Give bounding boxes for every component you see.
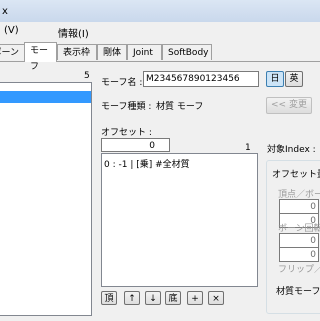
offset-list[interactable]: 0 : -1 | [乗] #全材質 <box>101 153 258 287</box>
morph-list-selected-row[interactable] <box>0 91 91 103</box>
offset-count: 1 <box>245 143 251 153</box>
lang-jp-button[interactable]: 日 <box>266 71 284 87</box>
morph-type-label: モーフ種類 : <box>101 102 152 112</box>
change-button[interactable]: << 変更 <box>266 97 312 114</box>
morph-name-label: モーフ名 : <box>101 78 143 88</box>
delete-button[interactable]: × <box>208 291 224 305</box>
title-bar: x <box>0 0 320 22</box>
offset-field-3[interactable]: 0 <box>279 233 319 248</box>
menu-bar: (V) 情報(I) <box>0 22 320 42</box>
menu-item-view[interactable]: (V) <box>4 25 19 36</box>
tab-bone[interactable]: ボーン <box>0 44 25 60</box>
add-button[interactable]: + <box>187 291 203 305</box>
menu-item-info[interactable]: 情報(I) <box>58 25 89 40</box>
tab-display-frame[interactable]: 表示枠 <box>57 44 97 60</box>
offset-index-input[interactable]: 0 <box>101 138 170 152</box>
flip-label: フリップ／グ <box>278 265 320 275</box>
morph-count: 5 <box>84 71 90 81</box>
morph-name-input[interactable]: M234567890123456 <box>143 71 259 87</box>
offset-amount-label: オフセット量 <box>272 170 320 180</box>
move-bottom-button[interactable]: 底 <box>165 291 181 305</box>
morph-type-value: 材質 モーフ <box>156 102 204 112</box>
move-up-button[interactable]: ↑ <box>124 291 140 305</box>
morph-list[interactable] <box>0 82 92 316</box>
tab-strip: ボーン モーフ 表示枠 剛体 Joint SoftBody <box>0 42 320 72</box>
offset-field-4[interactable]: 0 <box>279 247 319 262</box>
move-down-button[interactable]: ↓ <box>145 291 161 305</box>
window-title: x <box>2 6 8 17</box>
target-index-label: 対象Index : <box>267 145 316 155</box>
tab-morph[interactable]: モーフ <box>24 42 57 72</box>
move-top-button[interactable]: 頂 <box>101 291 117 305</box>
material-morph-label: 材質モーフ <box>276 287 320 297</box>
tab-rigid-body[interactable]: 剛体 <box>97 44 127 60</box>
offset-label: オフセット : <box>101 128 152 138</box>
tab-joint[interactable]: Joint <box>127 44 162 60</box>
offset-field-1[interactable]: 0 <box>279 199 319 214</box>
lang-en-button[interactable]: 英 <box>285 71 303 87</box>
tab-softbody[interactable]: SoftBody <box>162 44 212 60</box>
offset-list-item[interactable]: 0 : -1 | [乗] #全材質 <box>104 157 190 170</box>
